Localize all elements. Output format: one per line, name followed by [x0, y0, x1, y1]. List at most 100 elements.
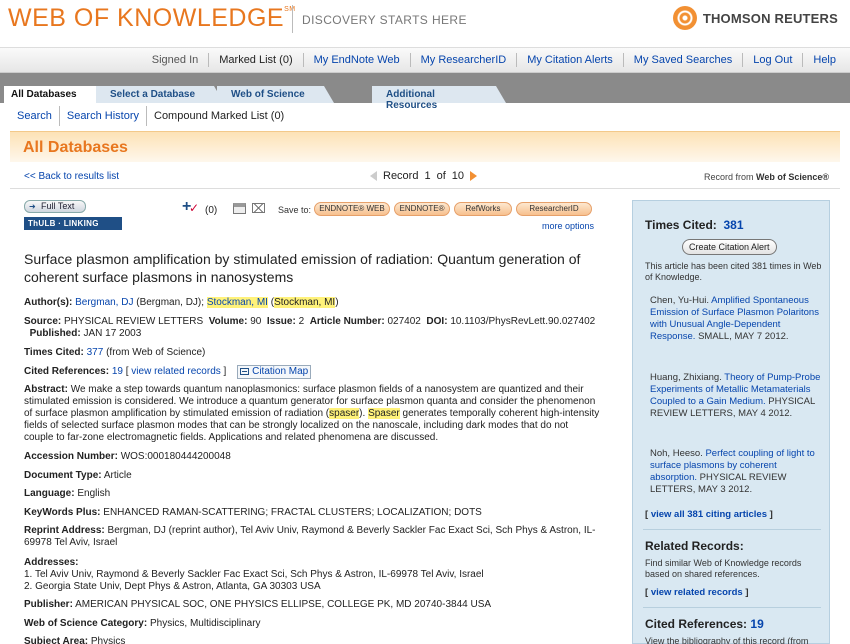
sidebar-cited-references-label: Cited References: — [645, 617, 748, 631]
page-title: All Databases — [23, 139, 128, 156]
full-text-button[interactable]: Full Text — [24, 200, 86, 213]
web-of-knowledge-logo[interactable]: WEB OF KNOWLEDGESM — [8, 4, 296, 33]
citation-map-button[interactable]: Citation Map — [237, 365, 312, 379]
tab-web-of-science[interactable]: Web of Science — [217, 86, 334, 103]
category-label: Web of Science Category: — [24, 618, 148, 629]
abstract-field: Abstract: We make a step towards quantum… — [24, 384, 600, 444]
save-refworks-button[interactable]: RefWorks — [454, 202, 512, 216]
sidebar-times-cited-label: Times Cited: — [645, 218, 717, 232]
source-value: PHYSICAL REVIEW LETTERS — [64, 316, 204, 327]
sidebar-times-cited-link[interactable]: 381 — [723, 218, 743, 232]
brand-name: THOMSON REUTERS — [702, 10, 838, 26]
save-endnote-button[interactable]: ENDNOTE® — [394, 202, 450, 216]
tool-icons — [233, 203, 265, 214]
thulb-linking-button[interactable]: ThULB · LINKING — [24, 217, 122, 230]
accession-field: Accession Number: WOS:000180444200048 — [24, 451, 600, 463]
tab-additional-resources[interactable]: Additional Resources — [372, 86, 506, 111]
citing-author: Huang, Zhixiang. — [650, 372, 722, 383]
category-field: Web of Science Category: Physics, Multid… — [24, 618, 600, 630]
article-number-value: 027402 — [387, 316, 421, 327]
sidebar-cited-references-link[interactable]: 19 — [750, 617, 763, 631]
author-fullname: Stockman, MI — [274, 297, 336, 308]
author-link-stockman[interactable]: Stockman, MI — [206, 297, 268, 308]
doi-label: DOI: — [426, 316, 448, 327]
times-cited-field: Times Cited: 377 (from Web of Science) — [24, 347, 600, 359]
print-icon[interactable] — [233, 203, 246, 214]
top-nav: Signed In Marked List (0) My EndNote Web… — [0, 47, 850, 73]
my-saved-searches-link[interactable]: My Saved Searches — [622, 53, 742, 67]
record-title: Surface plasmon amplification by stimula… — [24, 251, 581, 285]
document-type-label: Document Type: — [24, 470, 102, 481]
save-researcherid-button[interactable]: ResearcherID — [516, 202, 592, 216]
logo-sup: SM — [284, 6, 296, 13]
add-to-marked-list[interactable]: (0) — [182, 198, 218, 217]
search-link[interactable]: Search — [10, 106, 59, 126]
citing-article: Noh, Heeso. Perfect coupling of light to… — [650, 448, 822, 496]
cited-references-field: Cited References: 19 [ view related reco… — [24, 365, 600, 379]
author-link-bergman[interactable]: Bergman, DJ — [75, 297, 133, 308]
record-of: of — [436, 170, 446, 182]
issue-value: 2 — [298, 316, 305, 327]
my-citation-alerts-link[interactable]: My Citation Alerts — [516, 53, 623, 67]
tab-select-database[interactable]: Select a Database — [96, 86, 224, 103]
create-citation-alert-button[interactable]: Create Citation Alert — [682, 239, 777, 255]
sidebar-divider — [643, 529, 821, 530]
help-link[interactable]: Help — [802, 53, 846, 67]
my-endnote-web-link[interactable]: My EndNote Web — [302, 53, 410, 67]
my-researcherid-link[interactable]: My ResearcherID — [409, 53, 517, 67]
language-label: Language: — [24, 488, 75, 499]
abstract-highlight: Spaser — [368, 408, 400, 419]
publisher-value: AMERICAN PHYSICAL SOC, ONE PHYSICS ELLIP… — [75, 599, 492, 610]
record-current: 1 — [424, 170, 431, 182]
tab-all-databases[interactable]: All Databases — [4, 86, 106, 103]
view-all-citing-link[interactable]: view all 381 citing articles — [651, 509, 767, 520]
cited-references-link[interactable]: 19 — [112, 366, 123, 377]
issue-label: Issue: — [266, 316, 296, 327]
times-cited-link[interactable]: 377 — [87, 347, 104, 358]
sidebar-cited-references: Cited References: 19 — [645, 617, 764, 631]
record-source: Record from Web of Science® — [704, 172, 829, 182]
tab-label: Select a Database — [110, 89, 196, 100]
sidebar-related: [ view related records ] — [645, 587, 749, 598]
view-related-records-link[interactable]: view related records — [131, 366, 220, 377]
email-icon[interactable] — [252, 203, 265, 213]
marked-count: (0) — [205, 204, 218, 216]
tab-label: Additional Resources — [386, 89, 438, 111]
compound-marked-list-link[interactable]: Compound Marked List (0) — [146, 106, 291, 126]
accession-value: WOS:000180444200048 — [120, 451, 231, 462]
thomson-reuters-icon — [672, 6, 697, 30]
bracket: ] — [220, 366, 227, 377]
sidebar-divider — [643, 607, 821, 608]
log-out-link[interactable]: Log Out — [742, 53, 802, 67]
abstract-label: Abstract: — [24, 384, 68, 395]
article-number-label: Article Number: — [309, 316, 385, 327]
save-endnote-web-button[interactable]: ENDNOTE® WEB — [314, 202, 390, 216]
logo-text: WEB OF KNOWLEDGE — [8, 4, 285, 32]
search-history-link[interactable]: Search History — [58, 106, 146, 126]
thomson-reuters-logo: THOMSON REUTERS — [672, 6, 838, 30]
keywords-label: KeyWords Plus: — [24, 507, 101, 518]
record-pager: Record 1 of 10 — [370, 170, 478, 182]
tagline: DISCOVERY STARTS HERE — [302, 13, 467, 27]
more-options-link[interactable]: more options — [542, 221, 594, 231]
abstract-text: ). — [359, 408, 369, 419]
sidebar-times-cited: Times Cited: 381 — [645, 218, 744, 232]
previous-record-arrow-icon[interactable] — [370, 171, 377, 181]
citing-venue: SMALL, MAY 7 2012. — [698, 331, 789, 342]
record-source-name: Web of Science® — [756, 172, 829, 182]
accession-label: Accession Number: — [24, 451, 118, 462]
sidebar-view-related-link[interactable]: view related records — [651, 587, 743, 598]
back-to-results-link[interactable]: << Back to results list — [24, 171, 119, 182]
marked-list-link[interactable]: Marked List (0) — [208, 53, 302, 67]
sidebar-cited-note: This article has been cited 381 times in… — [645, 261, 822, 282]
view-all-citing: [ view all 381 citing articles ] — [645, 509, 773, 521]
citation-map-icon — [240, 368, 250, 375]
add-to-marked-list-icon[interactable] — [182, 198, 199, 217]
authors-field: Author(s): Bergman, DJ (Bergman, DJ); St… — [24, 297, 600, 309]
next-record-arrow-icon[interactable] — [470, 171, 478, 181]
author-paren: ) — [335, 297, 339, 308]
cited-references-label: Cited References: — [24, 366, 110, 377]
source-field: Source: PHYSICAL REVIEW LETTERS Volume: … — [24, 316, 600, 340]
doi-value: 10.1103/PhysRevLett.90.027402 — [450, 316, 596, 327]
tab-corner — [324, 86, 334, 103]
